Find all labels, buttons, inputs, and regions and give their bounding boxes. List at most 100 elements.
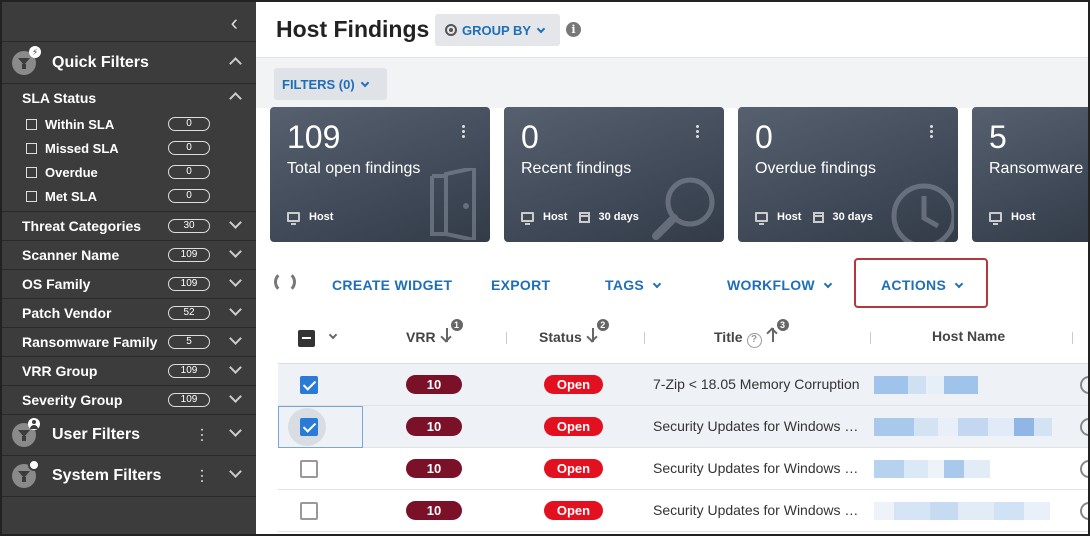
chevron-down-icon[interactable]: [231, 247, 240, 263]
column-label: Title: [714, 329, 743, 345]
finding-title[interactable]: Security Updates for Windows Server: [653, 502, 861, 518]
vrr-badge: 10: [406, 375, 462, 394]
card-label: Overdue findings: [755, 160, 876, 177]
workflow-button[interactable]: WORKFLOW: [727, 277, 833, 293]
row-checkbox[interactable]: [300, 502, 318, 520]
chevron-down-icon[interactable]: [231, 426, 240, 444]
chevron-down-icon: [823, 279, 833, 289]
row-checkbox[interactable]: [300, 376, 318, 394]
overdue-checkbox[interactable]: [26, 166, 37, 178]
chevron-up-icon[interactable]: [231, 55, 240, 71]
filter-ransomware-family[interactable]: Ransomware Family 5: [2, 328, 256, 357]
column-divider: [870, 332, 871, 344]
column-divider: [644, 332, 645, 344]
monitor-icon: [989, 212, 1002, 225]
filter-vrr-group[interactable]: VRR Group 109: [2, 357, 256, 386]
sla-item-met[interactable]: Met SLA 0: [2, 184, 256, 208]
finding-title[interactable]: Security Updates for Windows Server: [653, 460, 861, 476]
sla-status-header[interactable]: SLA Status: [2, 84, 256, 112]
within-sla-checkbox[interactable]: [26, 118, 37, 130]
chevron-down-icon[interactable]: [328, 330, 338, 340]
chevron-down-icon[interactable]: [231, 334, 240, 350]
finding-title[interactable]: 7-Zip < 18.05 Memory Corruption: [653, 376, 861, 392]
count-badge: 5: [168, 335, 210, 349]
count-badge: 52: [168, 306, 210, 320]
sort-down-icon[interactable]: 2: [586, 319, 609, 344]
column-host-name[interactable]: Host Name: [932, 328, 1005, 344]
tags-button[interactable]: TAGS: [605, 277, 662, 293]
filter-severity-group[interactable]: Severity Group 109: [2, 386, 256, 415]
sort-up-icon[interactable]: 3: [765, 319, 789, 344]
chevron-down-icon[interactable]: [231, 305, 240, 321]
row-action-icon[interactable]: [1080, 376, 1090, 394]
sla-item-within[interactable]: Within SLA 0: [2, 112, 256, 136]
card-total-open-findings[interactable]: 109 Total open findings Host: [270, 107, 490, 242]
row-action-icon[interactable]: [1080, 502, 1090, 520]
collapse-sidebar-icon[interactable]: ‹: [231, 10, 238, 36]
card-recent-findings[interactable]: 0 Recent findings Host 30 days: [504, 107, 724, 242]
actions-button[interactable]: ACTIONS: [881, 277, 964, 293]
chevron-down-icon[interactable]: [231, 392, 240, 408]
refresh-icon[interactable]: [274, 271, 296, 293]
more-options-icon[interactable]: ⋯: [193, 468, 210, 484]
info-icon[interactable]: i: [566, 22, 581, 37]
column-vrr[interactable]: VRR 1: [406, 319, 463, 345]
card-asset: Host: [777, 211, 802, 223]
filter-scanner-name[interactable]: Scanner Name 109: [2, 241, 256, 270]
system-filters-header[interactable]: System Filters ⋯: [2, 456, 256, 497]
host-name-redacted: [874, 460, 990, 478]
quick-filters-header[interactable]: ⚡ Quick Filters: [2, 42, 256, 84]
finding-title[interactable]: Security Updates for Windows Server: [653, 418, 861, 434]
row-action-icon[interactable]: [1080, 460, 1090, 478]
chevron-down-icon[interactable]: [231, 218, 240, 234]
group-by-button[interactable]: GROUP BY: [435, 14, 560, 46]
missed-sla-checkbox[interactable]: [26, 142, 37, 154]
chevron-down-icon[interactable]: [231, 363, 240, 379]
met-sla-checkbox[interactable]: [26, 190, 37, 202]
select-all-checkbox[interactable]: [298, 330, 315, 347]
row-action-icon[interactable]: [1080, 418, 1090, 436]
more-options-icon[interactable]: [462, 125, 466, 141]
table-row[interactable]: 10 Open Security Updates for Windows Ser…: [278, 406, 1090, 448]
sla-item-missed[interactable]: Missed SLA 0: [2, 136, 256, 160]
sort-down-icon[interactable]: 1: [439, 319, 463, 344]
more-options-icon[interactable]: ⋯: [193, 427, 210, 443]
column-label: VRR: [406, 329, 436, 345]
vrr-badge: 10: [406, 459, 462, 478]
chevron-down-icon: [536, 24, 546, 33]
sla-item-overdue[interactable]: Overdue 0: [2, 160, 256, 184]
export-button[interactable]: EXPORT: [491, 277, 550, 293]
findings-grid: VRR 1 Status 2 Title? 3 Host Name 10 Open 7…: [278, 308, 1090, 532]
column-title[interactable]: Title? 3: [714, 319, 789, 348]
card-ransomware[interactable]: 5 Ransomware Host: [972, 107, 1090, 242]
chevron-down-icon[interactable]: [231, 467, 240, 485]
card-footer: Host: [989, 211, 1035, 225]
row-checkbox[interactable]: [300, 418, 318, 436]
table-row[interactable]: 10 Open Security Updates for Windows Ser…: [278, 490, 1090, 532]
more-options-icon[interactable]: [930, 125, 934, 141]
filter-patch-vendor[interactable]: Patch Vendor 52: [2, 299, 256, 328]
table-row[interactable]: 10 Open 7-Zip < 18.05 Memory Corruption: [278, 364, 1090, 406]
card-overdue-findings[interactable]: 0 Overdue findings Host 30 days: [738, 107, 958, 242]
chevron-down-icon: [360, 78, 369, 87]
summary-cards: 109 Total open findings Host 0 Recent fi…: [270, 107, 1090, 243]
chevron-down-icon[interactable]: [231, 276, 240, 292]
filter-threat-categories[interactable]: Threat Categories 30: [2, 212, 256, 241]
count-badge: 30: [168, 219, 210, 233]
column-status[interactable]: Status 2: [539, 319, 609, 345]
count-badge: 109: [168, 248, 210, 262]
card-asset: Host: [309, 211, 334, 223]
count-badge: 109: [168, 277, 210, 291]
create-widget-button[interactable]: CREATE WIDGET: [332, 277, 452, 293]
more-options-icon[interactable]: [696, 125, 700, 141]
card-period: 30 days: [598, 211, 639, 223]
table-row[interactable]: 10 Open Security Updates for Windows Ser…: [278, 448, 1090, 490]
quick-filters-title: Quick Filters: [52, 53, 149, 71]
row-checkbox[interactable]: [300, 460, 318, 478]
chevron-up-icon[interactable]: [231, 90, 240, 106]
filters-button[interactable]: FILTERS (0): [274, 68, 387, 100]
user-filters-header[interactable]: User Filters ⋯: [2, 415, 256, 456]
grid-header: VRR 1 Status 2 Title? 3 Host Name: [278, 308, 1090, 364]
help-icon[interactable]: ?: [746, 333, 762, 348]
filter-os-family[interactable]: OS Family 109: [2, 270, 256, 299]
